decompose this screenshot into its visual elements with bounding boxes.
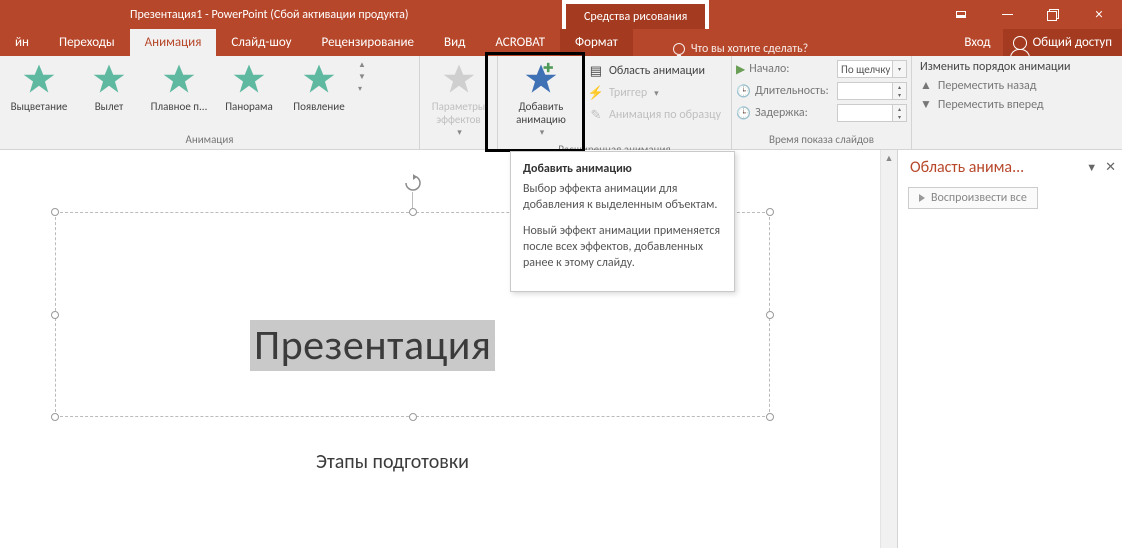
animation-painter-button: ✎ Анимация по образцу [582,104,727,126]
star-icon [442,62,476,96]
group-animation: Выцветание Вылет Плавное п... Панорама П… [0,56,420,149]
resize-handle[interactable] [409,208,417,216]
play-icon [919,194,925,202]
rotate-handle[interactable] [404,174,422,192]
share-button[interactable]: Общий доступ [1003,29,1122,56]
tab-transitions[interactable]: Переходы [44,29,130,56]
group-reorder: Изменить порядок анимации ▲Переместить н… [912,56,1122,149]
delay-spinner[interactable]: ▴▾ [837,104,907,122]
resize-handle[interactable] [766,413,774,421]
duration-spinner[interactable]: ▴▾ [837,82,907,100]
effect-flyin[interactable]: Вылет [74,60,144,115]
resize-handle[interactable] [51,208,59,216]
resize-handle[interactable] [766,311,774,319]
pane-icon: ▤ [588,63,604,79]
star-icon [162,62,196,96]
tooltip-p2: Новый эффект анимации применяется после … [523,223,722,271]
clock-icon: 🕒 [736,106,751,121]
animation-pane: Область анима... ▼ ✕ Воспроизвести все [897,150,1122,548]
tab-review[interactable]: Рецензирование [307,29,429,56]
slide-subtitle-text[interactable]: Этапы подготовки [316,450,469,474]
contextual-tab-title: Средства рисования [562,0,709,29]
trigger-button: ⚡ Триггер▾ [582,82,727,104]
scroll-up-icon[interactable]: ▲ [881,150,897,167]
ribbon: Выцветание Вылет Плавное п... Панорама П… [0,56,1122,150]
tooltip-title: Добавить анимацию [523,162,722,176]
slide-title-text[interactable]: Презентация [250,320,495,371]
clock-icon: 🕒 [736,84,751,99]
tab-format[interactable]: Формат [560,29,633,56]
pane-menu-button[interactable]: ▼ [1086,161,1097,174]
effect-fade[interactable]: Выцветание [4,60,74,115]
gallery-more[interactable]: ▲ ▼ ▾ [358,60,366,94]
effect-options-button: Параметры эффектов▾ [424,60,493,141]
share-label: Общий доступ [1033,35,1112,50]
tooltip-add-animation: Добавить анимацию Выбор эффекта анимации… [510,151,735,292]
tab-view[interactable]: Вид [429,29,480,56]
star-icon [22,62,56,96]
star-icon [92,62,126,96]
up-icon: ▲ [920,78,932,93]
resize-handle[interactable] [766,208,774,216]
tooltip-p1: Выбор эффекта анимации для добавления к … [523,181,722,213]
start-dropdown[interactable]: По щелчку ▾ [837,60,907,78]
window-title: Презентация1 - PowerPoint (Сбой активаци… [130,8,409,22]
effect-appear[interactable]: Появление [284,60,354,115]
tab-slideshow[interactable]: Слайд-шоу [216,29,306,56]
group-timing: ▶Начало: По щелчку ▾ 🕒Длительность: ▴▾ 🕒… [732,56,912,149]
tell-me-placeholder: Что вы хотите сделать? [691,42,808,56]
vertical-scrollbar[interactable]: ▲ [880,150,897,548]
move-earlier-button[interactable]: ▲Переместить назад [920,76,1114,95]
resize-handle[interactable] [51,311,59,319]
animation-pane-button[interactable]: ▤ Область анимации [582,60,727,82]
minimize-button[interactable] [984,0,1030,29]
tell-me-search[interactable]: Что вы хотите сделать? [673,42,808,56]
group-effect-options: Параметры эффектов▾ [420,56,498,149]
titlebar: Презентация1 - PowerPoint (Сбой активаци… [0,0,1122,29]
tab-design[interactable]: йн [0,29,44,56]
star-icon [302,62,336,96]
effect-panorama[interactable]: Панорама [214,60,284,115]
tab-acrobat[interactable]: ACROBAT [480,29,560,56]
person-icon [1013,36,1027,50]
close-button[interactable]: × [1076,0,1122,29]
star-icon [232,62,266,96]
resize-handle[interactable] [51,413,59,421]
add-animation-button[interactable]: Добавить анимацию▾ [500,60,582,141]
play-icon: ▶ [736,62,745,77]
ribbon-tabstrip: йн Переходы Анимация Слайд-шоу Рецензиро… [0,29,1122,56]
star-plus-icon [524,62,558,96]
pane-title: Область анима... [910,158,1084,177]
group-label-timing: Время показа слайдов [732,131,911,149]
restore-button[interactable] [1030,0,1076,29]
sign-in-button[interactable]: Вход [952,29,1002,56]
slide-editor[interactable]: Презентация Этапы подготовки [0,150,897,548]
group-advanced-animation: Добавить анимацию▾ ▤ Область анимации ⚡ … [498,56,732,149]
effect-float[interactable]: Плавное п... [144,60,214,115]
bulb-icon [673,43,685,55]
window-controls: × [938,0,1122,29]
down-icon: ▼ [920,97,932,112]
pane-close-button[interactable]: ✕ [1105,160,1116,175]
tab-animation[interactable]: Анимация [130,29,217,56]
move-later-button[interactable]: ▼Переместить вперед [920,95,1114,114]
trigger-icon: ⚡ [588,85,604,101]
play-all-button[interactable]: Воспроизвести все [908,187,1038,209]
resize-handle[interactable] [409,413,417,421]
ribbon-display-options-icon[interactable] [938,0,984,29]
group-label-animation: Анимация [0,131,419,149]
reorder-heading: Изменить порядок анимации [920,60,1114,74]
painter-icon: ✎ [588,107,604,123]
